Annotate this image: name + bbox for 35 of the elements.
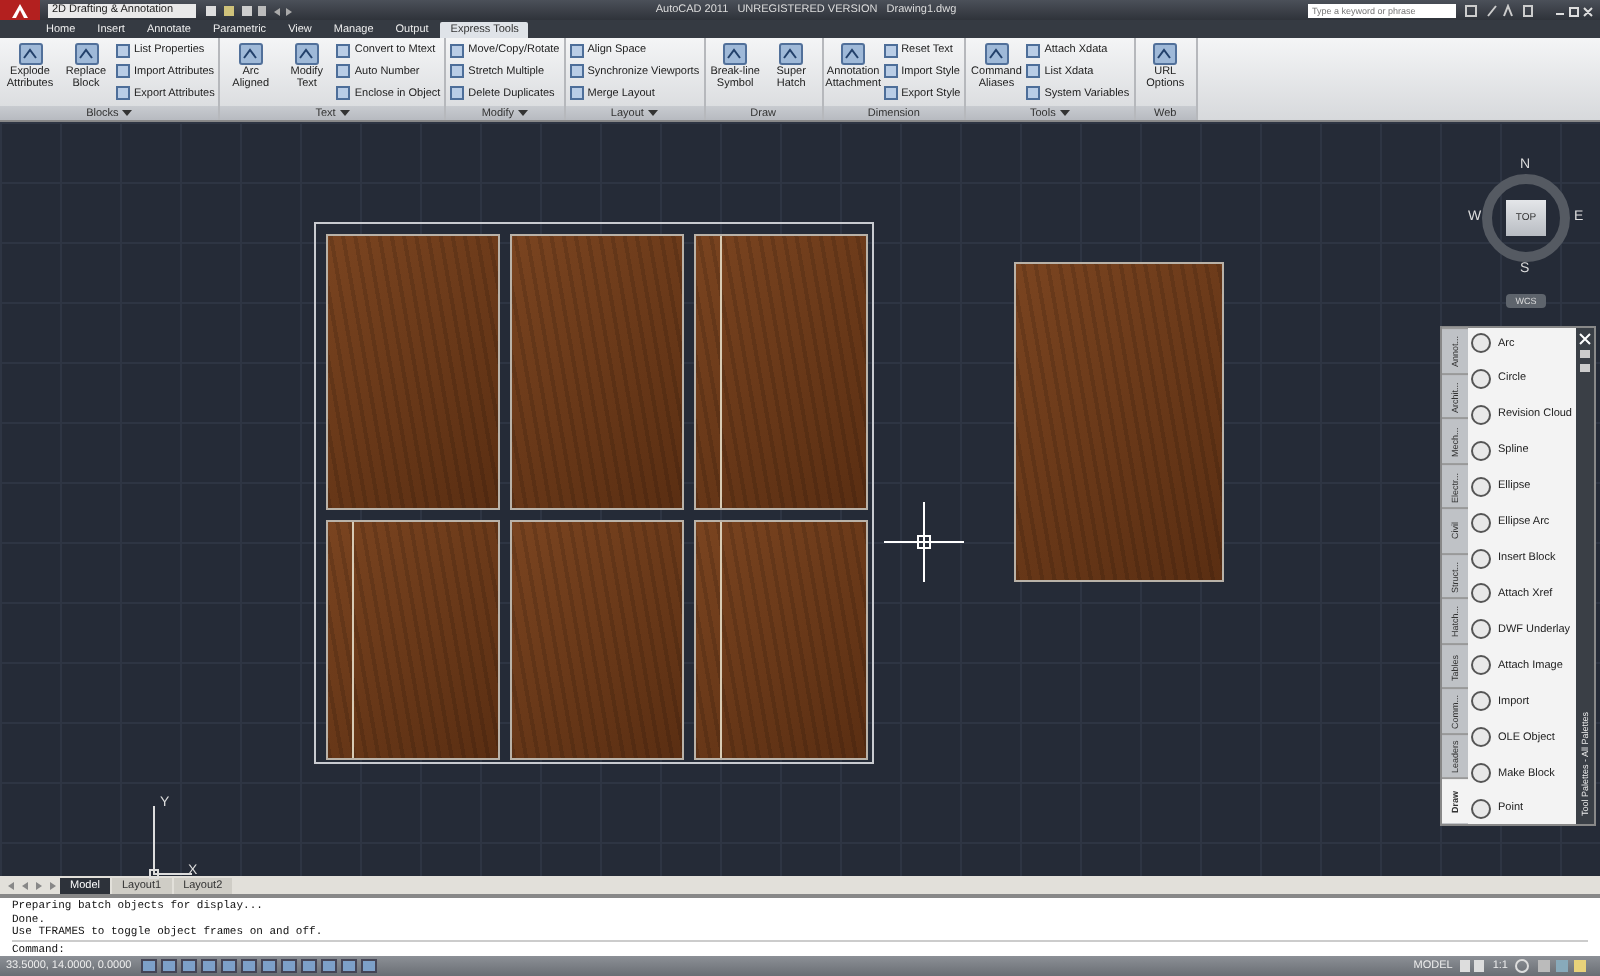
tool-icon: [1470, 618, 1492, 641]
tool-icon: [1470, 762, 1492, 785]
crosshair-cursor-icon: [884, 502, 964, 582]
tool-icon: [1470, 547, 1492, 570]
tool-icon: [1470, 726, 1492, 749]
tool-icon: [1470, 439, 1492, 462]
tool-icon: [1470, 654, 1492, 677]
tool-icon: [17, 40, 43, 66]
tool-icon: [1470, 403, 1492, 426]
drawing-canvas[interactable]: [0, 122, 1600, 876]
window-controls-icon[interactable]: [1552, 3, 1596, 17]
tool-icon: [722, 40, 749, 66]
tool-icon: [293, 40, 320, 66]
caret-icon: [122, 109, 133, 117]
tool-icon: [1470, 582, 1492, 605]
tab-navigation-icon[interactable]: [6, 879, 58, 891]
caret-icon: [339, 109, 350, 117]
layout-icon[interactable]: [1458, 958, 1487, 974]
app-logo-icon[interactable]: [0, 0, 40, 20]
tool-icon: [1470, 797, 1492, 820]
tool-icon: [1152, 40, 1179, 66]
caret-icon: [647, 109, 658, 117]
caret-icon: [518, 109, 529, 117]
tool-icon: [1470, 511, 1492, 534]
tool-icon: [1470, 690, 1492, 713]
tool-icon: [1470, 475, 1492, 498]
palette-controls-icon[interactable]: [1578, 332, 1592, 376]
tool-icon: [1470, 332, 1492, 354]
tool-icon: [73, 40, 99, 66]
tool-icon: [983, 40, 1010, 66]
tool-icon: [1470, 367, 1492, 390]
tool-icon: [840, 40, 867, 66]
tool-icon: [237, 40, 264, 66]
tool-icon: [778, 40, 805, 66]
caret-icon: [1059, 109, 1070, 117]
